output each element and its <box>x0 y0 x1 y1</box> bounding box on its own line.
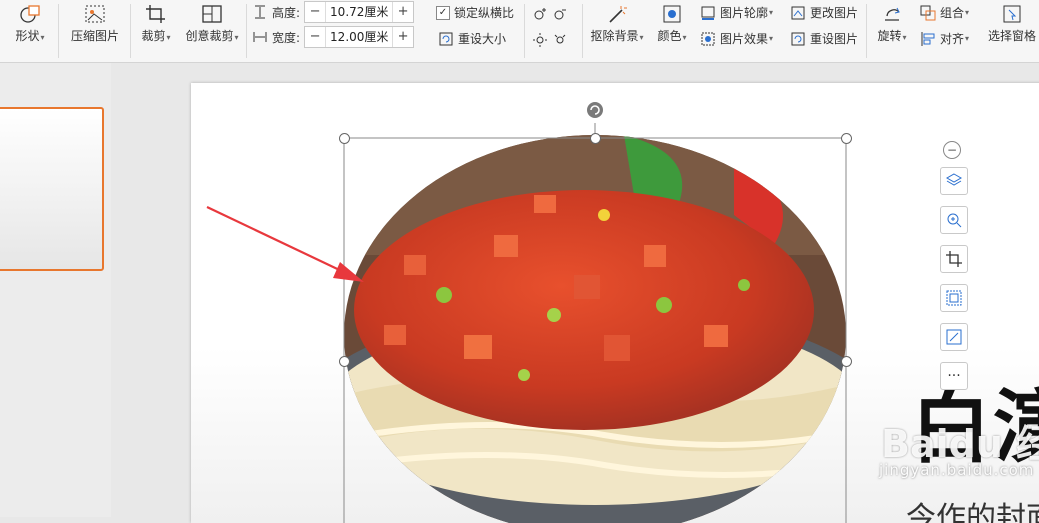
compress-icon <box>85 5 105 23</box>
picture-effects-button[interactable]: 图片效果 ▾ <box>700 30 773 47</box>
height-decrease-button[interactable]: − <box>305 2 325 22</box>
width-input[interactable]: 12.00厘米 <box>325 27 394 47</box>
crop-side-button[interactable] <box>940 245 968 273</box>
rotate-label: 旋转 <box>877 29 902 43</box>
picture-outline-button[interactable]: 图片轮廓 ▾ <box>700 4 773 21</box>
crop-icon <box>146 5 165 23</box>
more-options-button[interactable]: ··· <box>940 362 968 390</box>
reset-picture-button[interactable]: 重设图片 <box>790 30 858 47</box>
checkbox-checked-icon: ✓ <box>436 5 450 20</box>
selection-pane-button[interactable]: 选择窗格 <box>984 0 1039 44</box>
zoom-in-icon <box>947 213 962 228</box>
width-label: 宽度: <box>272 30 301 45</box>
slide-thumbnail-selected[interactable] <box>0 107 104 271</box>
compress-label: 压缩图片 <box>70 29 119 43</box>
group-icon <box>920 5 936 20</box>
width-increase-button[interactable]: + <box>393 27 413 47</box>
height-stepper[interactable]: − 10.72厘米 + <box>304 1 415 23</box>
resize-handle-middle-left[interactable] <box>339 356 350 367</box>
change-picture-button[interactable]: 更改图片 <box>790 4 858 21</box>
zoom-button[interactable] <box>940 206 968 234</box>
selection-frame <box>343 123 847 523</box>
picture-frame-icon <box>946 290 962 306</box>
collapse-icon[interactable]: − <box>943 141 961 159</box>
reset-picture-icon <box>791 32 805 45</box>
width-icon <box>253 32 267 42</box>
rotate-handle-icon[interactable] <box>586 101 604 119</box>
contrast-up-icon[interactable] <box>532 31 548 47</box>
height-input[interactable]: 10.72厘米 <box>325 2 394 22</box>
width-row: 宽度: − 12.00厘米 + <box>252 26 415 48</box>
height-increase-button[interactable]: + <box>393 2 413 22</box>
width-decrease-button[interactable]: − <box>305 27 325 47</box>
shape-button[interactable]: 形状▾ <box>6 0 54 44</box>
remove-bg-label: 抠除背景 <box>590 29 639 43</box>
color-label: 颜色 <box>657 29 682 43</box>
crop-label: 裁剪 <box>141 29 166 43</box>
layers-button[interactable] <box>940 167 968 195</box>
height-icon <box>255 5 265 19</box>
group-button[interactable]: 组合 ▾ <box>920 4 969 21</box>
width-stepper[interactable]: − 12.00厘米 + <box>304 26 415 48</box>
layers-icon <box>945 173 963 186</box>
remove-background-button[interactable]: 抠除背景▾ <box>586 0 648 44</box>
brightness-controls <box>532 6 572 22</box>
slide-thumbnail-panel <box>0 63 112 517</box>
change-picture-icon <box>791 6 805 19</box>
align-button[interactable]: 对齐 ▾ <box>920 30 969 47</box>
resize-handle-middle-right[interactable] <box>841 356 852 367</box>
remove-background-side-button[interactable] <box>940 323 968 351</box>
height-row: 高度: − 10.72厘米 + <box>252 1 415 23</box>
slide-canvas: 白演示 …今作的封面引 <box>111 63 1039 523</box>
selection-pane-label: 选择窗格 <box>987 29 1036 43</box>
brightness-up-icon[interactable] <box>532 6 548 22</box>
resize-handle-top-right[interactable] <box>841 133 852 144</box>
compress-picture-button[interactable]: 压缩图片 <box>64 0 126 44</box>
shape-icon <box>20 5 40 23</box>
rotate-button[interactable]: 旋转▾ <box>872 0 912 44</box>
rotate-icon <box>885 7 900 21</box>
lock-aspect-checkbox[interactable]: ✓ 锁定纵横比 <box>436 4 514 21</box>
align-label: 对齐 <box>940 32 965 46</box>
picture-effect-side-button[interactable] <box>940 284 968 312</box>
resize-handle-top-left[interactable] <box>339 133 350 144</box>
creative-crop-icon <box>202 5 222 23</box>
brightness-down-icon[interactable] <box>552 6 568 22</box>
magic-wand-icon <box>946 329 962 345</box>
color-button[interactable]: 颜色▾ <box>652 0 692 44</box>
shape-label: 形状 <box>15 29 40 43</box>
ellipsis-icon: ··· <box>947 368 961 384</box>
contrast-down-icon[interactable] <box>552 31 568 47</box>
outline-label: 图片轮廓 <box>720 6 769 20</box>
crop-button[interactable]: 裁剪▾ <box>134 0 178 44</box>
creative-crop-label: 创意裁剪 <box>185 29 234 43</box>
picture-outline-icon <box>701 6 715 20</box>
reset-picture-label: 重设图片 <box>810 32 859 46</box>
color-icon <box>663 5 681 23</box>
ribbon-toolbar: 形状▾ 压缩图片 裁剪▾ 创意裁剪▾ 高度: − 10.72厘米 + 宽度: −… <box>0 0 1039 63</box>
creative-crop-button[interactable]: 创意裁剪▾ <box>180 0 244 44</box>
reset-size-button[interactable]: 重设大小 <box>438 30 506 47</box>
group-label: 组合 <box>940 6 965 20</box>
reset-size-icon <box>439 32 453 45</box>
change-picture-label: 更改图片 <box>810 6 859 20</box>
effects-label: 图片效果 <box>720 32 769 46</box>
height-label: 高度: <box>272 5 301 20</box>
contrast-controls <box>532 31 572 47</box>
lock-ratio-label: 锁定纵横比 <box>454 6 515 20</box>
resize-handle-top-center[interactable] <box>590 133 601 144</box>
align-icon <box>921 31 935 46</box>
reset-size-label: 重设大小 <box>458 32 507 46</box>
picture-effects-icon <box>701 32 715 45</box>
slide[interactable]: 白演示 …今作的封面引 <box>191 83 1039 523</box>
selection-pane-icon <box>1003 5 1021 23</box>
crop-icon <box>946 251 962 267</box>
magic-wand-icon <box>609 6 627 23</box>
